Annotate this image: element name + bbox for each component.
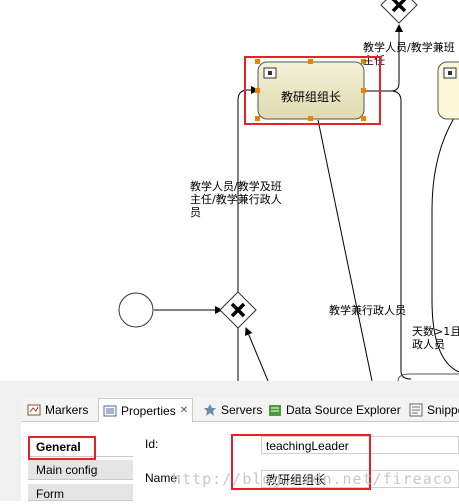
gateway-top[interactable] bbox=[380, 0, 418, 24]
tab-snippets[interactable]: Snippe bbox=[409, 400, 459, 420]
tab-servers-label: Servers bbox=[221, 403, 263, 417]
tab-markers-label: Markers bbox=[45, 403, 89, 417]
tab-properties[interactable]: Properties ✕ bbox=[98, 398, 194, 422]
servers-icon bbox=[203, 403, 217, 417]
tab-properties-label: Properties bbox=[121, 403, 176, 418]
section-form[interactable]: Form bbox=[28, 484, 133, 501]
properties-icon bbox=[103, 404, 117, 418]
close-icon[interactable]: ✕ bbox=[180, 405, 188, 416]
flow-label-top-right: 教学人员/教学兼班 主任 bbox=[363, 41, 455, 67]
id-field[interactable]: teachingLeader bbox=[261, 436, 459, 454]
flow-label-left: 教学人员/教学及班 主任/教学兼行政人 员 bbox=[190, 180, 282, 219]
flow-bottom-to-gateway bbox=[244, 327, 269, 381]
section-main-config[interactable]: Main config bbox=[28, 460, 133, 480]
flow-label-middle: 教学兼行政人员 bbox=[329, 304, 406, 317]
tab-markers[interactable]: Markers bbox=[27, 400, 88, 420]
tab-data-source-label: Data Source Explorer bbox=[286, 403, 401, 417]
flow-label-bottom-right: 天数>1且 政人员 bbox=[412, 325, 459, 351]
tab-snippets-label: Snippe bbox=[427, 403, 459, 417]
exclusive-gateway[interactable] bbox=[219, 291, 257, 329]
id-label: Id: bbox=[145, 437, 159, 451]
tab-servers[interactable]: Servers bbox=[203, 400, 262, 420]
user-task-right[interactable] bbox=[437, 61, 459, 120]
flow-task-to-bottom bbox=[317, 119, 373, 381]
watermark: http://blog.csdn.net/fireaco bbox=[172, 470, 453, 488]
properties-view: General Main config Form Id: teachingLea… bbox=[21, 422, 459, 501]
markers-icon bbox=[27, 403, 41, 417]
task-name: 教研组组长 bbox=[281, 90, 342, 104]
tab-data-source-explorer[interactable]: Data Source Explorer bbox=[268, 400, 401, 420]
snippets-icon bbox=[409, 403, 423, 417]
flow-task-right-down bbox=[390, 90, 412, 380]
section-general[interactable]: General bbox=[28, 437, 133, 457]
diagram-canvas[interactable]: 教研组组长 教学人员/教学兼班 主任 教学人员/教学及班 主任/教学兼行政人 员… bbox=[0, 0, 459, 381]
start-event bbox=[118, 292, 154, 328]
view-tab-bar: Markers Properties ✕ Servers Data Source… bbox=[21, 397, 459, 422]
data-source-icon bbox=[268, 403, 282, 417]
bottom-right-shape bbox=[397, 373, 459, 381]
